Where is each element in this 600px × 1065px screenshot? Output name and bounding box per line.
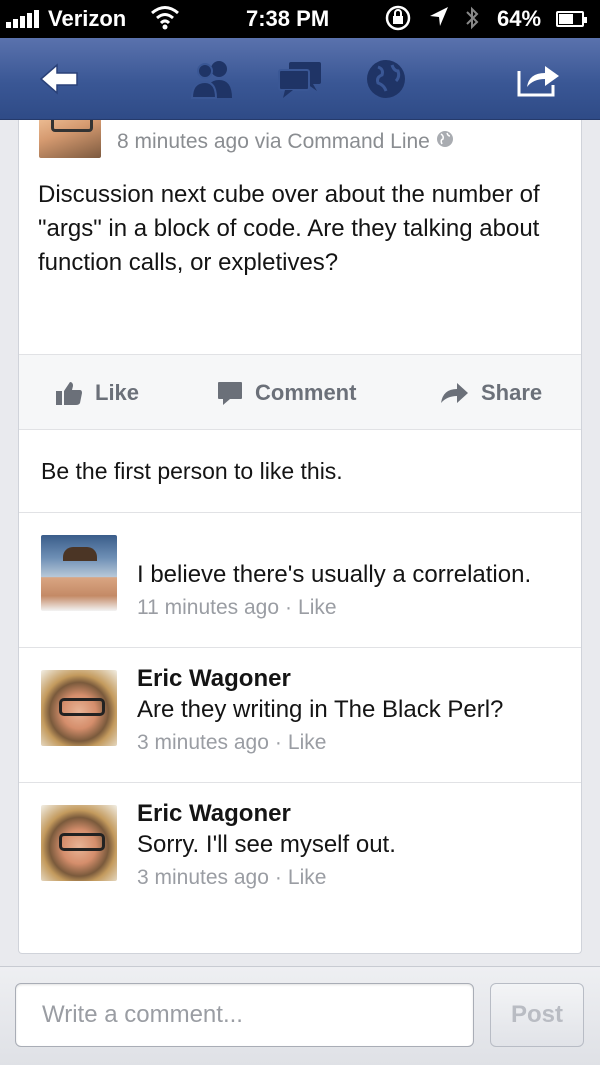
comment-like-link[interactable]: Like <box>288 866 327 889</box>
battery-icon <box>556 11 587 27</box>
comment-input[interactable]: Write a comment... <box>15 983 474 1047</box>
share-arrow-icon <box>441 383 468 403</box>
comment-text: I believe there's usually a correlation. <box>137 561 532 588</box>
post-body: Discussion next cube over about the numb… <box>38 181 540 276</box>
rotation-lock-icon <box>384 4 412 38</box>
comment-label: Comment <box>255 380 357 405</box>
post-card: 8 minutes ago via Command Line Discussio… <box>18 120 582 954</box>
post-meta: 8 minutes ago via Command Line <box>117 130 454 154</box>
commenter-avatar[interactable] <box>41 670 117 746</box>
like-button[interactable]: Like <box>55 355 139 431</box>
back-button[interactable] <box>34 54 84 104</box>
comment-text: Are they writing in The Black Perl? <box>137 696 504 723</box>
comment-item: Eric Wagoner Sorry. I'll see myself out.… <box>19 783 581 918</box>
comment-timestamp: 11 minutes ago <box>137 596 280 619</box>
nav-bar <box>0 38 600 120</box>
author-avatar[interactable] <box>39 120 101 158</box>
comment-timestamp: 3 minutes ago <box>137 866 269 889</box>
messages-button[interactable] <box>275 54 325 104</box>
comment-meta: 11 minutes ago · Like <box>137 596 337 619</box>
signal-icon <box>6 10 39 28</box>
clock: 7:38 PM <box>246 6 330 31</box>
likes-summary: Be the first person to like this. <box>19 430 581 513</box>
comment-text: Sorry. I'll see myself out. <box>137 831 396 858</box>
wifi-icon <box>150 4 180 37</box>
back-arrow-icon <box>39 63 78 95</box>
post-header: 8 minutes ago via Command Line <box>19 120 581 162</box>
location-icon <box>428 4 450 36</box>
comment-meta: 3 minutes ago · Like <box>137 866 327 889</box>
comment-timestamp: 3 minutes ago <box>137 731 269 754</box>
share-icon <box>517 66 559 97</box>
comment-button[interactable]: Comment <box>217 355 356 431</box>
notifications-button[interactable] <box>361 54 411 104</box>
commenter-name[interactable]: Eric Wagoner <box>137 664 567 694</box>
commenter-name[interactable] <box>137 529 567 559</box>
status-bar: Verizon 7:38 PM 64% <box>0 0 600 38</box>
comment-meta: 3 minutes ago · Like <box>137 731 327 754</box>
globe-icon <box>367 60 405 98</box>
commenter-name[interactable]: Eric Wagoner <box>137 799 567 829</box>
post-button[interactable]: Post <box>490 983 584 1047</box>
commenter-avatar[interactable] <box>41 805 117 881</box>
commenter-avatar[interactable] <box>41 535 117 611</box>
carrier-name: Verizon <box>48 6 127 31</box>
like-label: Like <box>95 380 140 405</box>
battery-percent: 64% <box>497 6 542 31</box>
thumbs-up-icon <box>56 382 82 405</box>
comment-like-link[interactable]: Like <box>298 596 337 619</box>
friend-requests-button[interactable] <box>188 54 238 104</box>
comment-composer: Write a comment... Post <box>0 966 600 1065</box>
messages-icon <box>278 62 321 98</box>
likes-summary-text: Be the first person to like this. <box>41 458 343 484</box>
post-timestamp: 8 minutes ago via Command Line <box>117 130 430 153</box>
share-button[interactable] <box>514 54 564 104</box>
comment-item: I believe there's usually a correlation.… <box>19 513 581 648</box>
comment-icon <box>218 382 242 405</box>
action-bar: Like Comment Share <box>19 354 581 431</box>
share-post-button[interactable]: Share <box>439 355 542 431</box>
public-globe-icon <box>436 130 454 153</box>
comment-like-link[interactable]: Like <box>288 731 327 754</box>
friends-icon <box>190 61 232 99</box>
bluetooth-icon <box>464 4 480 38</box>
share-label: Share <box>481 380 543 405</box>
comment-item: Eric Wagoner Are they writing in The Bla… <box>19 648 581 783</box>
